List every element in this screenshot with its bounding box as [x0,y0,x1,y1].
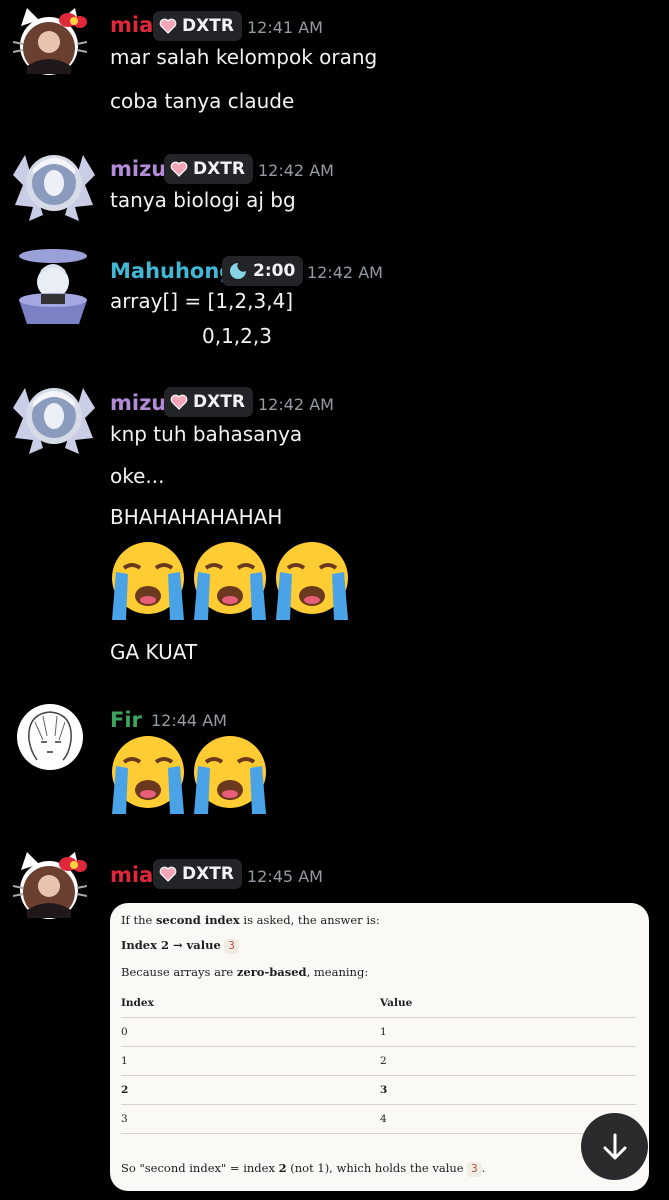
avatar-fir[interactable] [13,700,83,770]
hello-kitty-frame-icon [12,852,88,919]
table-cell: 3 [121,1113,128,1125]
message-text: mar salah kelompok orang [110,45,378,69]
message-text: array[] = [1,2,3,4] [110,289,294,313]
timestamp: 12:41 AM [247,18,323,37]
role-tag-label: 2:00 [253,261,296,281]
role-tag[interactable]: DXTR [153,11,242,41]
avatar-mahuhong[interactable] [13,248,87,324]
author-name[interactable]: mizu [110,391,166,415]
winged-angel-avatar-icon [13,155,95,221]
author-name[interactable]: mizu [110,157,166,181]
author-name[interactable]: mia [110,13,153,37]
table-cell: 1 [380,1026,387,1038]
message-text: knp tuh bahasanya [110,422,303,446]
loudly-crying-face-icon [112,542,184,620]
loudly-crying-face-icon [194,736,266,814]
crescent-moon-icon [230,263,246,279]
author-name[interactable]: Fir [110,708,142,732]
timestamp: 12:42 AM [258,395,334,414]
timestamp: 12:42 AM [307,263,383,282]
table-cell: 1 [121,1055,128,1067]
message-text: BHAHAHAHAHAH [110,505,283,529]
role-tag-label: DXTR [182,864,234,884]
inline-code: 3 [467,1162,482,1177]
role-tag-label: DXTR [193,392,245,412]
role-tag[interactable]: DXTR [153,859,242,889]
arrow-down-icon [603,1133,626,1159]
explanation-line: Because arrays are zero-based, meaning: [121,965,369,979]
message-text: coba tanya claude [110,89,295,113]
heart-icon [170,161,188,177]
timestamp: 12:45 AM [247,867,323,886]
table-cell: 3 [380,1084,388,1096]
heart-icon [170,394,188,410]
message-text: oke... [110,464,165,488]
loudly-crying-face-icon [112,736,184,814]
summary-line: So "second index" = index 2 (not 1), whi… [121,1161,486,1177]
table-header-index: Index [121,997,154,1009]
hello-kitty-frame-icon [12,8,88,75]
role-tag[interactable]: 2:00 [222,256,304,286]
table-cell: 4 [380,1113,387,1125]
role-tag[interactable]: DXTR [164,387,253,417]
role-tag-label: DXTR [193,159,245,179]
attachment-image[interactable]: If the second index is asked, the answer… [110,903,649,1191]
table-header-value: Value [380,997,413,1009]
heart-icon [159,18,177,34]
message-text: 0,1,2,3 [202,324,272,348]
loudly-crying-face-icon [194,542,266,620]
message-text: GA KUAT [110,640,198,664]
jump-to-latest-button[interactable] [581,1113,648,1180]
author-name[interactable]: mia [110,863,153,887]
avatar-mizu[interactable] [13,378,95,454]
table-cell: 2 [380,1055,387,1067]
inline-code: 3 [224,939,239,954]
table-cell: 2 [121,1084,129,1096]
timestamp: 12:42 AM [258,161,334,180]
avatar-mia[interactable] [12,852,88,919]
message-text: tanya biologi aj bg [110,188,296,212]
role-tag-label: DXTR [182,16,234,36]
loudly-crying-face-icon [276,542,348,620]
table-cell: 0 [121,1026,128,1038]
heart-icon [159,866,177,882]
timestamp: 12:44 AM [151,711,227,730]
winged-angel-avatar-icon [13,388,95,454]
answer-intro: If the second index is asked, the answer… [121,913,380,927]
role-tag[interactable]: DXTR [164,154,253,184]
answer-line: Index 2 → value 3 [121,938,239,954]
cup-character-avatar-icon [19,249,87,324]
author-name[interactable]: Mahuhong [110,259,234,283]
sketch-portrait-avatar-icon [17,704,83,770]
avatar-mizu[interactable] [13,145,95,221]
avatar-mia[interactable] [12,8,88,75]
